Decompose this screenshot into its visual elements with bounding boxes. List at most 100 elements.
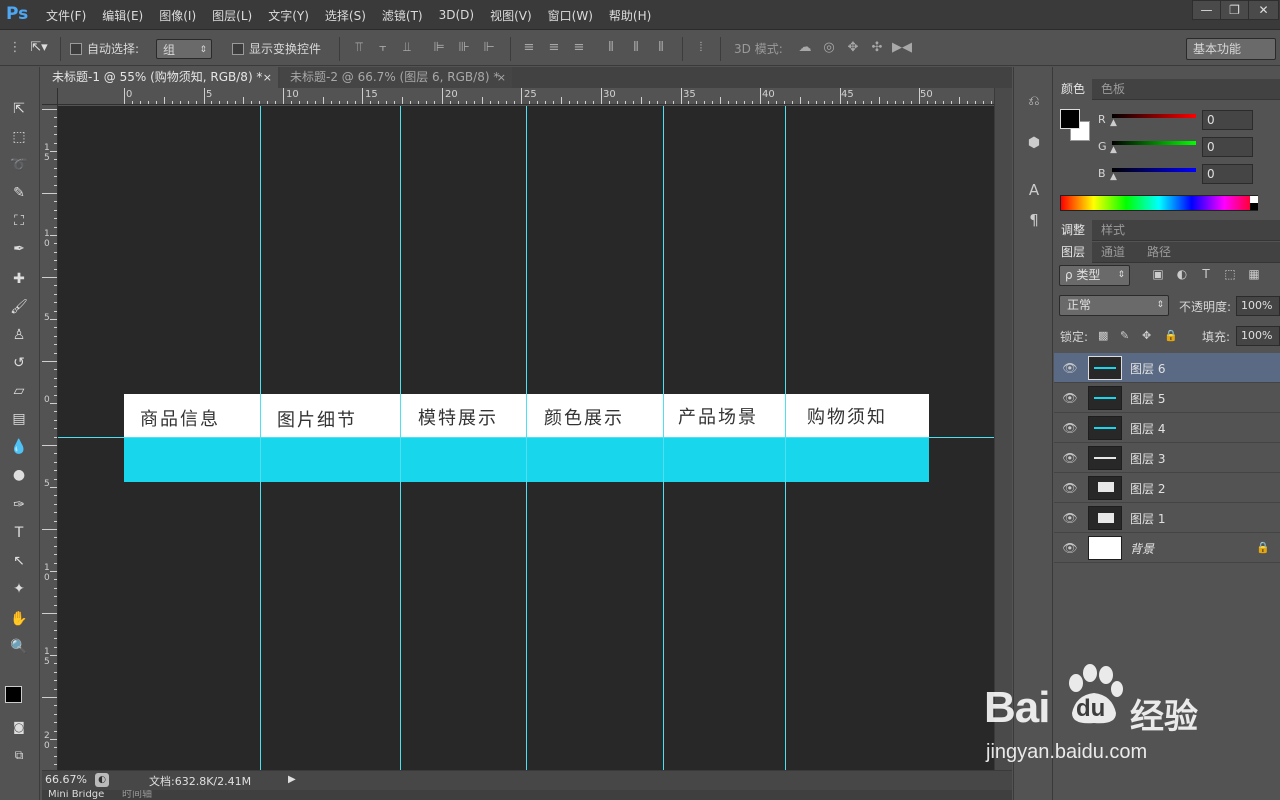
close-window-button[interactable]: ✕ <box>1248 0 1279 20</box>
vertical-guide[interactable] <box>663 106 664 770</box>
vertical-guide[interactable] <box>260 106 261 770</box>
filter-type-icon[interactable]: T <box>1198 267 1214 283</box>
filter-shape-icon[interactable]: ⬚ <box>1222 267 1238 283</box>
visibility-eye-icon[interactable]: 👁 <box>1062 481 1078 495</box>
blur-tool-icon[interactable]: 💧 <box>7 435 31 459</box>
tab-color[interactable]: 颜色 <box>1054 79 1093 100</box>
tab-adjustments[interactable]: 调整 <box>1054 220 1093 241</box>
blend-mode-dropdown[interactable]: 正常 ⇕ <box>1059 295 1169 316</box>
3d-panel-icon[interactable]: ⬢ <box>1024 135 1044 155</box>
doc-tab-1[interactable]: 未标题-1 @ 55% (购物须知, RGB/8) * × <box>42 67 278 88</box>
quick-select-tool-icon[interactable]: ✎ <box>7 181 31 205</box>
paragraph-panel-icon[interactable]: ¶ <box>1024 211 1044 231</box>
align-left-icon[interactable]: ⊫ <box>430 39 448 57</box>
move-tool-preset-icon[interactable]: ⇱▾ <box>22 39 56 57</box>
history-brush-tool-icon[interactable]: ↺ <box>7 351 31 375</box>
distribute-hcenter-icon[interactable]: ⦀ <box>627 39 645 57</box>
quick-mask-icon[interactable]: ◙ <box>7 715 31 739</box>
distribute-top-icon[interactable]: ≡ <box>520 39 538 57</box>
align-top-icon[interactable]: ⫪ <box>350 39 368 57</box>
layer-row-background[interactable]: 👁 背景 🔒 <box>1054 533 1280 563</box>
visibility-eye-icon[interactable]: 👁 <box>1062 391 1078 405</box>
restore-button[interactable]: ❐ <box>1220 0 1249 20</box>
layer-row-2[interactable]: 👁 图层 2 <box>1054 473 1280 503</box>
lock-position-icon[interactable]: ✥ <box>1142 329 1156 343</box>
distribute-vcenter-icon[interactable]: ≡ <box>545 39 563 57</box>
lock-transparent-icon[interactable]: ▩ <box>1098 329 1112 343</box>
layer-name[interactable]: 图层 3 <box>1130 450 1165 467</box>
tab-timeline[interactable]: 时间轴 <box>122 790 152 800</box>
layer-row-4[interactable]: 👁 图层 4 <box>1054 413 1280 443</box>
visibility-eye-icon[interactable]: 👁 <box>1062 511 1078 525</box>
clone-stamp-tool-icon[interactable]: ♙ <box>7 323 31 347</box>
lock-pixels-icon[interactable]: ✎ <box>1120 329 1134 343</box>
tab-swatches[interactable]: 色板 <box>1094 79 1132 100</box>
3d-scale-icon[interactable]: ▶◀ <box>892 39 912 57</box>
layer-filter-dropdown[interactable]: ρ 类型 ⇕ <box>1059 265 1130 286</box>
marquee-tool-icon[interactable]: ⬚ <box>7 125 31 149</box>
align-bottom-icon[interactable]: ⫫ <box>398 39 416 57</box>
layer-row-3[interactable]: 👁 图层 3 <box>1054 443 1280 473</box>
fill-input[interactable]: 100% <box>1236 326 1280 346</box>
layer-name[interactable]: 图层 2 <box>1130 480 1165 497</box>
path-select-tool-icon[interactable]: ↖ <box>7 549 31 573</box>
fg-color-swatch[interactable] <box>1060 109 1080 129</box>
document-canvas[interactable]: 商品信息 图片细节 模特展示 颜色展示 产品场景 购物须知 <box>58 106 994 770</box>
auto-align-icon[interactable]: ⦙ <box>692 39 710 57</box>
pen-tool-icon[interactable]: ✑ <box>7 493 31 517</box>
layer-row-1[interactable]: 👁 图层 1 <box>1054 503 1280 533</box>
vertical-guide[interactable] <box>785 106 786 770</box>
blue-slider[interactable] <box>1112 168 1196 172</box>
tab-channels[interactable]: 通道 <box>1094 242 1132 263</box>
spectrum-white[interactable] <box>1250 196 1258 203</box>
layer-name[interactable]: 背景 <box>1130 540 1154 557</box>
visibility-eye-icon[interactable]: 👁 <box>1062 361 1078 375</box>
menu-filter[interactable]: 滤镜(T) <box>382 7 423 24</box>
visibility-eye-icon[interactable]: 👁 <box>1062 421 1078 435</box>
green-value-input[interactable]: 0 <box>1202 137 1253 157</box>
zoom-tool-icon[interactable]: 🔍 <box>7 635 31 659</box>
workspace-dropdown[interactable]: 基本功能 <box>1186 38 1276 60</box>
history-panel-icon[interactable]: ⎌ <box>1024 93 1044 113</box>
healing-brush-tool-icon[interactable]: ✚ <box>7 267 31 291</box>
3d-rotate-icon[interactable]: ☁ <box>796 39 814 57</box>
filter-pixel-icon[interactable]: ▣ <box>1150 267 1166 283</box>
distribute-left-icon[interactable]: ⦀ <box>602 39 620 57</box>
distribute-bottom-icon[interactable]: ≡ <box>570 39 588 57</box>
blue-value-input[interactable]: 0 <box>1202 164 1253 184</box>
share-icon[interactable]: ◐ <box>95 773 109 787</box>
layer-row-5[interactable]: 👁 图层 5 <box>1054 383 1280 413</box>
color-spectrum-bar[interactable] <box>1060 195 1258 211</box>
opacity-input[interactable]: 100% <box>1236 296 1280 316</box>
character-panel-icon[interactable]: A <box>1024 181 1044 201</box>
3d-pan-icon[interactable]: ✥ <box>844 39 862 57</box>
minimize-button[interactable]: — <box>1192 0 1221 20</box>
tab-layers[interactable]: 图层 <box>1054 242 1093 263</box>
close-icon[interactable]: × <box>263 67 272 88</box>
align-vcenter-icon[interactable]: ⫟ <box>374 39 392 57</box>
tab-paths[interactable]: 路径 <box>1140 242 1178 263</box>
layer-row-6[interactable]: 👁 图层 6 <box>1054 353 1280 383</box>
slider-thumb-icon[interactable]: ▲ <box>1110 172 1117 182</box>
menu-file[interactable]: 文件(F) <box>46 7 86 24</box>
auto-select-dropdown[interactable]: 组 ⇕ <box>156 39 212 59</box>
lock-all-icon[interactable]: 🔒 <box>1164 329 1178 343</box>
spectrum-black[interactable] <box>1250 203 1258 210</box>
tab-mini-bridge[interactable]: Mini Bridge <box>48 790 104 800</box>
status-menu-arrow-icon[interactable]: ▶ <box>288 771 302 789</box>
tab-styles[interactable]: 样式 <box>1094 220 1132 241</box>
3d-roll-icon[interactable]: ◎ <box>820 39 838 57</box>
menu-3d[interactable]: 3D(D) <box>439 8 474 22</box>
green-slider[interactable] <box>1112 141 1196 145</box>
align-hcenter-icon[interactable]: ⊪ <box>455 39 473 57</box>
doc-tab-2[interactable]: 未标题-2 @ 66.7% (图层 6, RGB/8) * × <box>280 67 512 88</box>
menu-layer[interactable]: 图层(L) <box>212 7 252 24</box>
menu-select[interactable]: 选择(S) <box>325 7 366 24</box>
foreground-color-swatch[interactable] <box>5 686 22 703</box>
3d-slide-icon[interactable]: ✣ <box>868 39 886 57</box>
auto-select-checkbox[interactable]: 自动选择: <box>70 39 139 59</box>
layer-name[interactable]: 图层 1 <box>1130 510 1165 527</box>
layer-name[interactable]: 图层 6 <box>1130 360 1165 377</box>
layer-name[interactable]: 图层 5 <box>1130 390 1165 407</box>
close-icon[interactable]: × <box>497 67 506 88</box>
